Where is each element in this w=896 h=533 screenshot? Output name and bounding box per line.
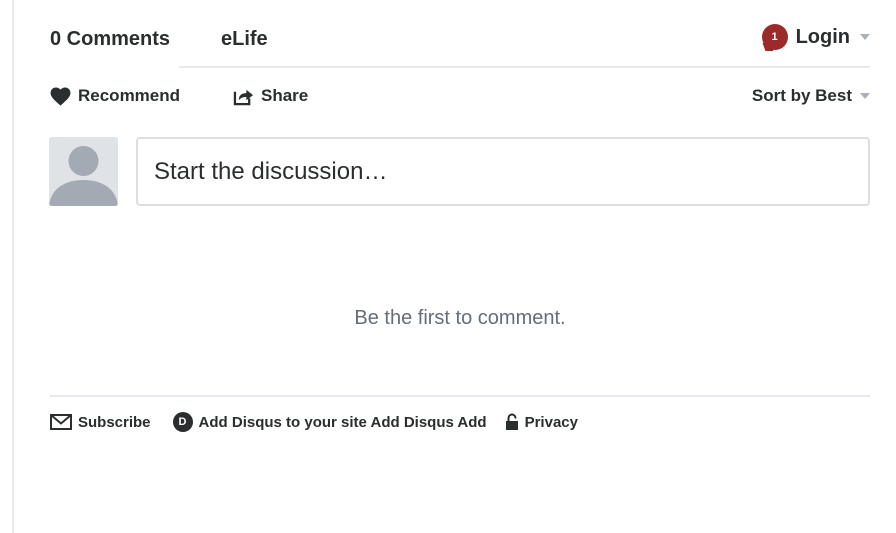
disqus-logo-icon: D bbox=[172, 412, 193, 432]
heart-icon bbox=[50, 87, 71, 106]
recommend-button[interactable]: Recommend bbox=[50, 86, 180, 106]
add-disqus-label: Add Disqus to your site Add Disqus Add bbox=[198, 413, 487, 431]
login-button[interactable]: 1 Login bbox=[761, 24, 870, 50]
disqus-logo-letter: D bbox=[178, 416, 187, 428]
recommend-label: Recommend bbox=[78, 86, 181, 105]
chevron-down-icon bbox=[860, 34, 870, 40]
share-icon bbox=[233, 89, 253, 105]
notification-badge[interactable]: 1 bbox=[761, 24, 788, 50]
footer: Subscribe D Add Disqus to your site Add … bbox=[50, 412, 578, 432]
comment-input-placeholder: Start the discussion… bbox=[154, 157, 388, 185]
thread-nav: 0 Comments eLife 1 Login bbox=[50, 24, 870, 54]
comment-count-tab[interactable]: 0 Comments bbox=[50, 28, 170, 51]
subscribe-link[interactable]: Subscribe bbox=[50, 414, 151, 431]
privacy-label: Privacy bbox=[524, 413, 578, 431]
sort-dropdown[interactable]: Sort by Best bbox=[752, 86, 870, 106]
thread-actions: Recommend Share Sort by Best bbox=[50, 86, 870, 110]
lock-icon bbox=[505, 413, 518, 430]
sort-label: Sort by Best bbox=[751, 86, 852, 105]
forum-name-tab[interactable]: eLife bbox=[221, 28, 268, 51]
subscribe-label: Subscribe bbox=[78, 413, 151, 431]
left-border bbox=[12, 0, 14, 533]
notification-count: 1 bbox=[771, 31, 778, 43]
share-button[interactable]: Share bbox=[233, 86, 308, 106]
avatar bbox=[49, 137, 118, 206]
privacy-link[interactable]: Privacy bbox=[505, 413, 578, 431]
empty-state-message: Be the first to comment. bbox=[354, 307, 566, 329]
add-disqus-link[interactable]: D Add Disqus to your site Add Disqus Add bbox=[172, 412, 487, 432]
nav-divider bbox=[179, 66, 870, 68]
footer-divider bbox=[50, 395, 870, 397]
login-label: Login bbox=[795, 25, 850, 48]
share-label: Share bbox=[261, 86, 309, 105]
comment-input[interactable]: Start the discussion… bbox=[136, 137, 870, 206]
chevron-down-icon bbox=[860, 93, 870, 99]
user-silhouette-icon bbox=[49, 137, 118, 206]
envelope-icon bbox=[50, 414, 72, 430]
